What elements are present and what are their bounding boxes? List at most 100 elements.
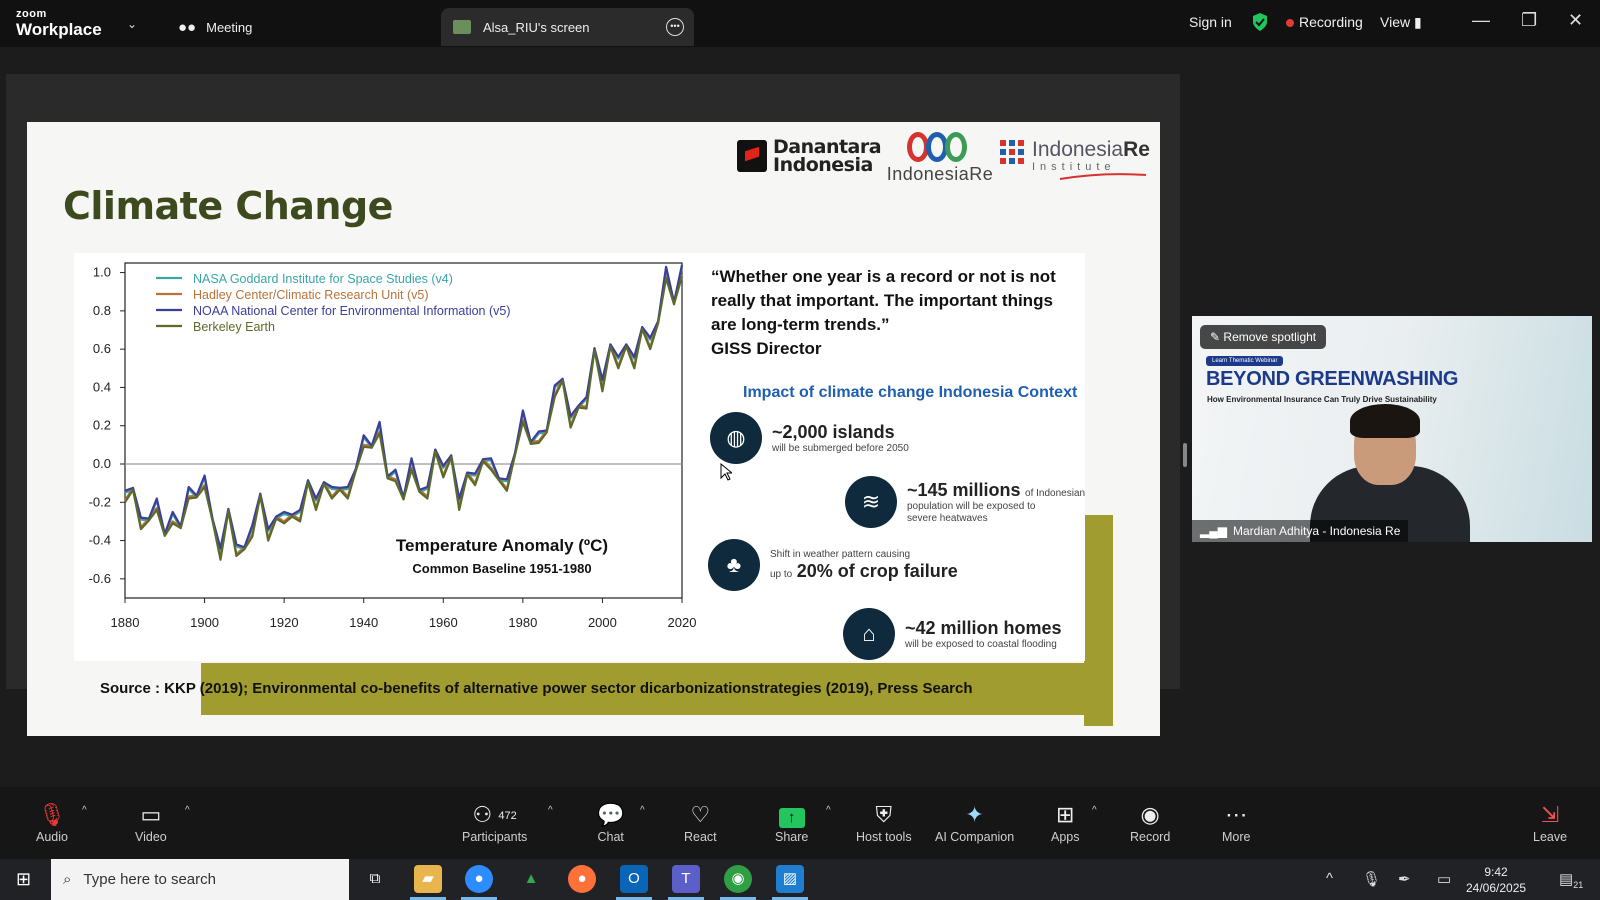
legend-label: NOAA National Center for Environmental I…: [193, 304, 511, 318]
clock-time: 9:42: [1484, 865, 1508, 879]
file-explorer-icon[interactable]: ▰: [414, 865, 442, 893]
restore-icon[interactable]: ❐: [1521, 10, 1537, 31]
quote-text: “Whether one year is a record or not is …: [711, 267, 1056, 334]
tab-shared-screen[interactable]: Alsa_RIU's screen •••: [441, 8, 694, 46]
danantara-mark-icon: [737, 140, 767, 172]
y-tick-label: 1.0: [93, 265, 111, 280]
more-label: More: [1222, 830, 1251, 844]
participants-caret-icon[interactable]: ^: [548, 805, 553, 816]
signal-bars-icon: ▂▄▆: [1200, 524, 1227, 538]
legend-label: Hadley Center/Climatic Research Unit (v5…: [193, 288, 429, 302]
impact-big: ~145 millions: [907, 479, 1021, 500]
danantara-text-2: Indonesia: [773, 154, 873, 176]
impact-pre: Shift in weather pattern causing: [770, 548, 911, 560]
leave-icon: ⇲: [1540, 802, 1560, 827]
apps-caret-icon[interactable]: ^: [1092, 805, 1097, 816]
show-hidden-icons-icon[interactable]: ^: [1326, 870, 1333, 887]
recording-label: Recording: [1299, 14, 1363, 30]
leave-button[interactable]: ⇲ Leave: [1533, 801, 1567, 844]
slide-title: Climate Change: [63, 184, 393, 228]
microphone-icon[interactable]: 🎙: [1362, 870, 1381, 888]
more-button[interactable]: ⋯ More: [1222, 801, 1250, 844]
firefox-icon[interactable]: ●: [568, 865, 596, 893]
rings-icon: [885, 130, 995, 164]
participants-icon: ⚇: [472, 802, 493, 827]
iri-sub: Institute: [1032, 161, 1116, 173]
pin-icon: ✎: [1210, 330, 1221, 344]
chrome-icon[interactable]: ◉: [724, 865, 752, 893]
react-label: React: [684, 830, 717, 844]
more-options-icon[interactable]: •••: [666, 18, 684, 36]
google-drive-icon[interactable]: ▲: [517, 865, 545, 893]
record-icon: ◉: [1140, 802, 1160, 827]
source-text: Source : KKP (2019); Environmental co-be…: [100, 680, 973, 697]
outlook-icon[interactable]: O: [620, 865, 648, 893]
audio-button[interactable]: 🎙 Audio: [36, 801, 68, 844]
windows-taskbar: ⊞ ⌕ Type here to search ⧉ ▰ ● ▲ ● O T ◉ …: [0, 859, 1600, 900]
share-label: Share: [775, 830, 809, 844]
share-button[interactable]: ↑ Share: [775, 801, 808, 844]
presentation-slide: Climate Change Danantara Indonesia Indone…: [27, 122, 1160, 736]
zoom-app-icon[interactable]: ●: [465, 865, 493, 893]
minimize-icon[interactable]: —: [1472, 10, 1490, 31]
chat-caret-icon[interactable]: ^: [640, 805, 645, 816]
system-clock[interactable]: 9:42 24/06/2025: [1466, 864, 1526, 896]
meeting-controls-toolbar: 🎙 Audio ^ ▭ Video ^ ⚇ 472 Participants ^ 💬 C…: [0, 787, 1600, 859]
display-icon[interactable]: ▭: [1437, 870, 1451, 888]
x-tick-label: 1920: [270, 615, 299, 630]
view-button[interactable]: View ▮: [1380, 14, 1422, 31]
impact-item-crops: ♣ Shift in weather pattern causing up to…: [708, 539, 958, 591]
quote-author: GISS Director: [711, 339, 822, 358]
encryption-shield-icon[interactable]: [1251, 12, 1269, 35]
notifications-icon[interactable]: ▤21: [1559, 870, 1583, 890]
close-icon[interactable]: ✕: [1568, 10, 1583, 31]
zoom-workplace-logo[interactable]: zoom Workplace: [16, 8, 102, 39]
audio-options-caret-icon[interactable]: ^: [82, 805, 87, 816]
video-button[interactable]: ▭ Video: [135, 801, 167, 844]
impact-item-homes: ⌂ ~42 million homes will be exposed to c…: [843, 608, 1062, 660]
react-button[interactable]: ♡ React: [684, 801, 717, 844]
spotlight-video-tile[interactable]: Learn Thematic Webinar BEYOND GREENWASHI…: [1192, 316, 1592, 542]
taskbar-search-input[interactable]: ⌕ Type here to search: [51, 859, 349, 900]
impact-item-heatwaves: ≋ ~145 millions of Indonesian population…: [845, 476, 1085, 528]
recording-indicator[interactable]: Recording: [1286, 14, 1363, 30]
remove-spotlight-button[interactable]: ✎ Remove spotlight: [1200, 325, 1327, 349]
video-options-caret-icon[interactable]: ^: [185, 805, 190, 816]
background-subtitle: How Environmental Insurance Can Truly Dr…: [1207, 395, 1437, 404]
teams-icon[interactable]: T: [672, 865, 700, 893]
iri-re: Re: [1123, 138, 1150, 161]
x-tick-label: 1980: [508, 615, 537, 630]
leave-label: Leave: [1533, 830, 1568, 844]
share-arrow-icon: ↑: [778, 808, 805, 828]
temperature-anomaly-chart: 1.0 0.8 0.6 0.4 0.2 0.0 -0.2 -0.4 -0.6 1880 1900 19…: [89, 262, 696, 630]
windows-start-icon[interactable]: ⊞: [16, 869, 31, 890]
record-button[interactable]: ◉ Record: [1130, 801, 1170, 844]
apps-button[interactable]: ⊞ Apps: [1051, 801, 1080, 844]
host-tools-button[interactable]: ⛨ Host tools: [856, 801, 912, 844]
tab-meeting[interactable]: ●● Meeting: [178, 8, 252, 46]
x-tick-label: 1900: [190, 615, 219, 630]
quote-block: “Whether one year is a record or not is …: [711, 265, 1081, 361]
pen-icon[interactable]: ✒: [1398, 870, 1411, 888]
sparkle-icon: ✦: [965, 802, 984, 827]
muted-mic-icon: 🎙: [38, 802, 66, 827]
host-tools-label: Host tools: [856, 830, 912, 844]
participants-button[interactable]: ⚇ 472 Participants: [462, 801, 527, 844]
ai-companion-button[interactable]: ✦ AI Companion: [935, 801, 1014, 844]
impact-big: ~42 million homes: [905, 617, 1062, 638]
task-view-icon[interactable]: ⧉: [361, 865, 389, 893]
panel-resize-handle[interactable]: [1183, 443, 1187, 467]
y-tick-label: -0.4: [89, 533, 111, 548]
chart-title: Temperature Anomaly (ºC): [396, 536, 608, 555]
y-tick-label: 0.6: [93, 341, 111, 356]
chat-button[interactable]: 💬 Chat: [597, 801, 624, 844]
search-icon: ⌕: [63, 871, 72, 888]
photos-icon[interactable]: ▨: [776, 865, 804, 893]
sign-in-button[interactable]: Sign in: [1189, 14, 1232, 30]
impact-item-islands: ◍ ~2,000 islands will be submerged befor…: [710, 412, 909, 464]
chevron-down-icon[interactable]: ⌄: [127, 17, 137, 31]
background-title: BEYOND GREENWASHING: [1206, 368, 1459, 390]
brand-small: zoom: [16, 8, 47, 20]
y-tick-label: 0.4: [93, 379, 111, 394]
share-caret-icon[interactable]: ^: [826, 805, 831, 816]
